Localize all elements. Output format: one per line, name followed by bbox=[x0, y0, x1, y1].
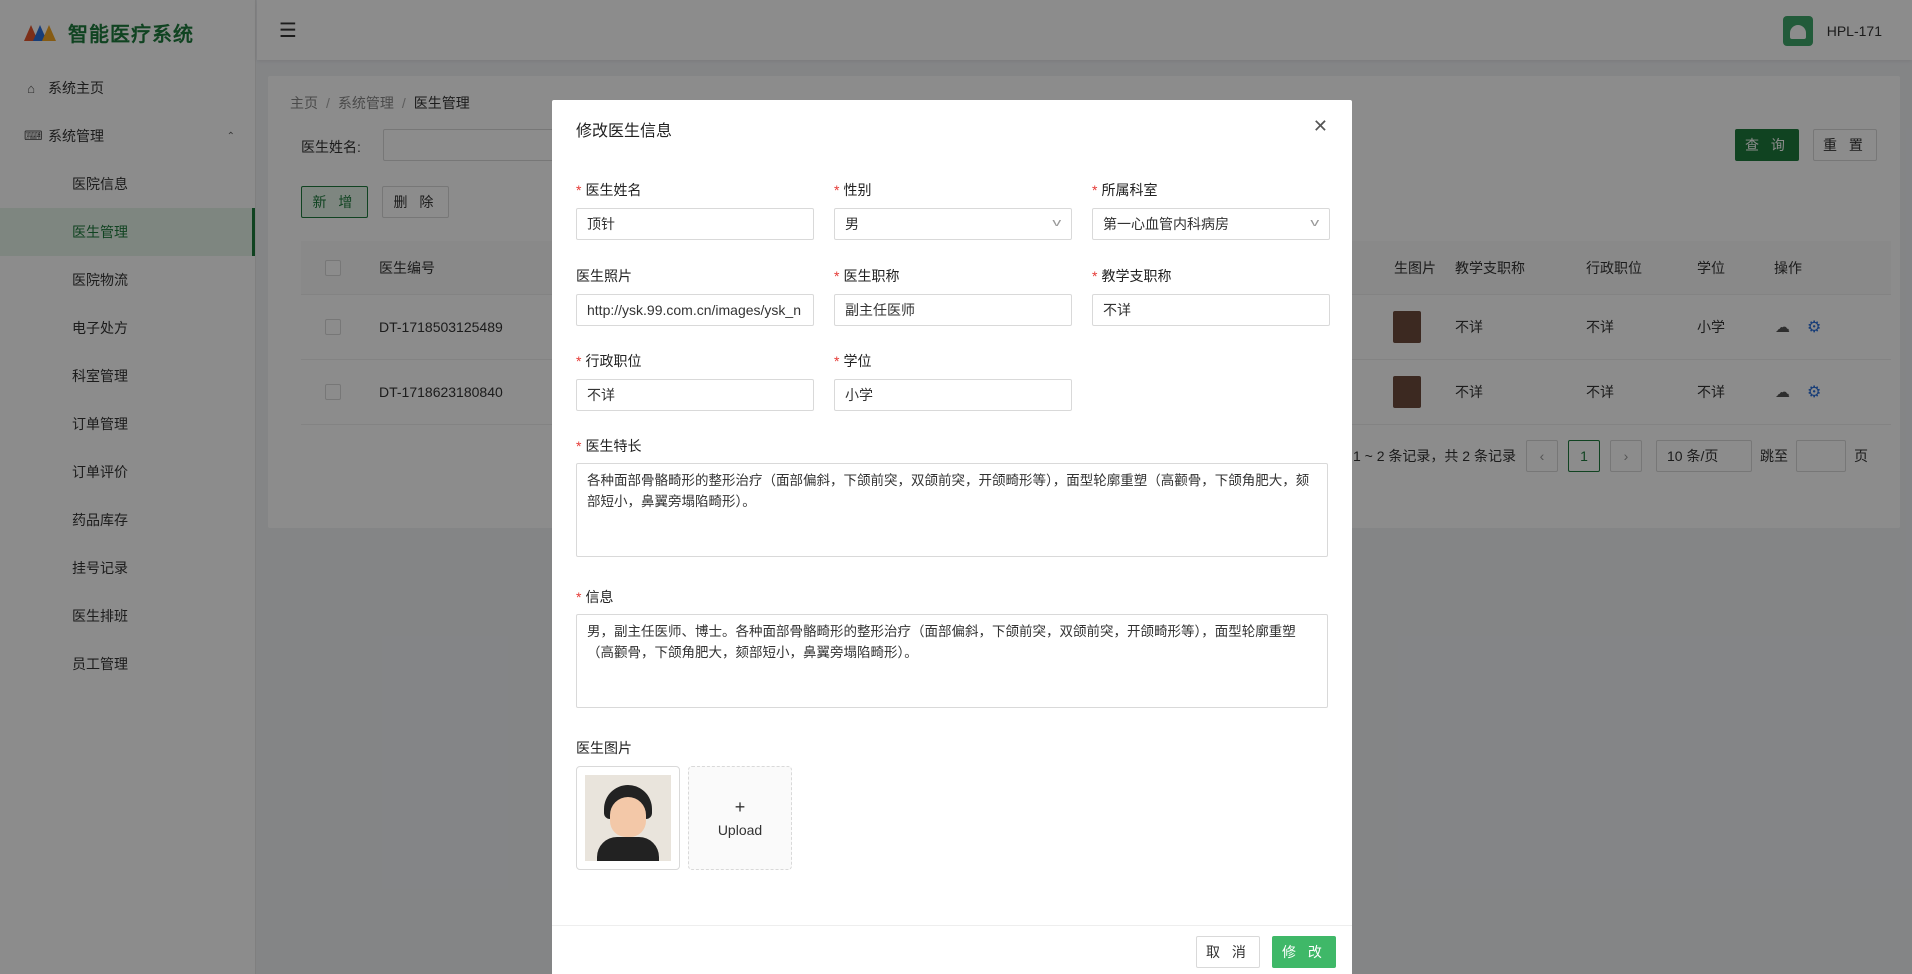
photo-url-label: 医生照片 bbox=[576, 268, 632, 284]
modal-footer: 取 消 修 改 bbox=[552, 925, 1352, 974]
specialty-textarea[interactable]: 各种面部骨骼畸形的整形治疗（面部偏斜，下颌前突，双颌前突，开颌畸形等），面型轮廓… bbox=[576, 463, 1328, 557]
info-textarea[interactable]: 男，副主任医师、博士。各种面部骨骼畸形的整形治疗（面部偏斜，下颌前突，双颌前突，… bbox=[576, 614, 1328, 708]
photo-url-input[interactable]: http://ysk.99.com.cn/images/ysk_n bbox=[576, 294, 814, 326]
admin-position-label: * 行政职位 bbox=[576, 353, 642, 369]
chevron-down-icon: v bbox=[1051, 217, 1061, 229]
upload-label: Upload bbox=[717, 822, 763, 838]
doctor-title-label: * 医生职称 bbox=[834, 268, 900, 284]
doctor-title-input[interactable]: 副主任医师 bbox=[834, 294, 1072, 326]
doctor-image-label: 医生图片 bbox=[576, 740, 632, 756]
close-icon[interactable]: ✕ bbox=[1313, 116, 1328, 137]
cancel-button[interactable]: 取 消 bbox=[1196, 936, 1260, 968]
edit-doctor-modal: 修改医生信息 ✕ * 医生姓名 顶针 * 性别 男v * 所属科室 第一心血管内科病房… bbox=[552, 100, 1352, 974]
submit-button[interactable]: 修 改 bbox=[1272, 936, 1336, 968]
degree-input[interactable]: 小学 bbox=[834, 379, 1072, 411]
doctor-portrait bbox=[585, 775, 671, 861]
gender-select[interactable]: 男v bbox=[834, 208, 1072, 240]
teach-title-label: * 教学支职称 bbox=[1092, 268, 1172, 284]
department-label: * 所属科室 bbox=[1092, 182, 1158, 198]
chevron-down-icon: v bbox=[1309, 217, 1319, 229]
gender-label: * 性别 bbox=[834, 182, 872, 198]
plus-icon: + bbox=[734, 797, 746, 817]
degree-label: * 学位 bbox=[834, 353, 872, 369]
doctor-name-input[interactable]: 顶针 bbox=[576, 208, 814, 240]
info-label: * 信息 bbox=[576, 589, 614, 605]
upload-button[interactable]: + Upload bbox=[688, 766, 792, 870]
specialty-label: * 医生特长 bbox=[576, 438, 642, 454]
department-select[interactable]: 第一心血管内科病房 v bbox=[1092, 208, 1330, 240]
name-label: * 医生姓名 bbox=[576, 182, 642, 198]
doctor-photo[interactable] bbox=[576, 766, 680, 870]
teach-title-input[interactable]: 不详 bbox=[1092, 294, 1330, 326]
admin-position-input[interactable]: 不详 bbox=[576, 379, 814, 411]
modal-title: 修改医生信息 bbox=[576, 123, 673, 140]
